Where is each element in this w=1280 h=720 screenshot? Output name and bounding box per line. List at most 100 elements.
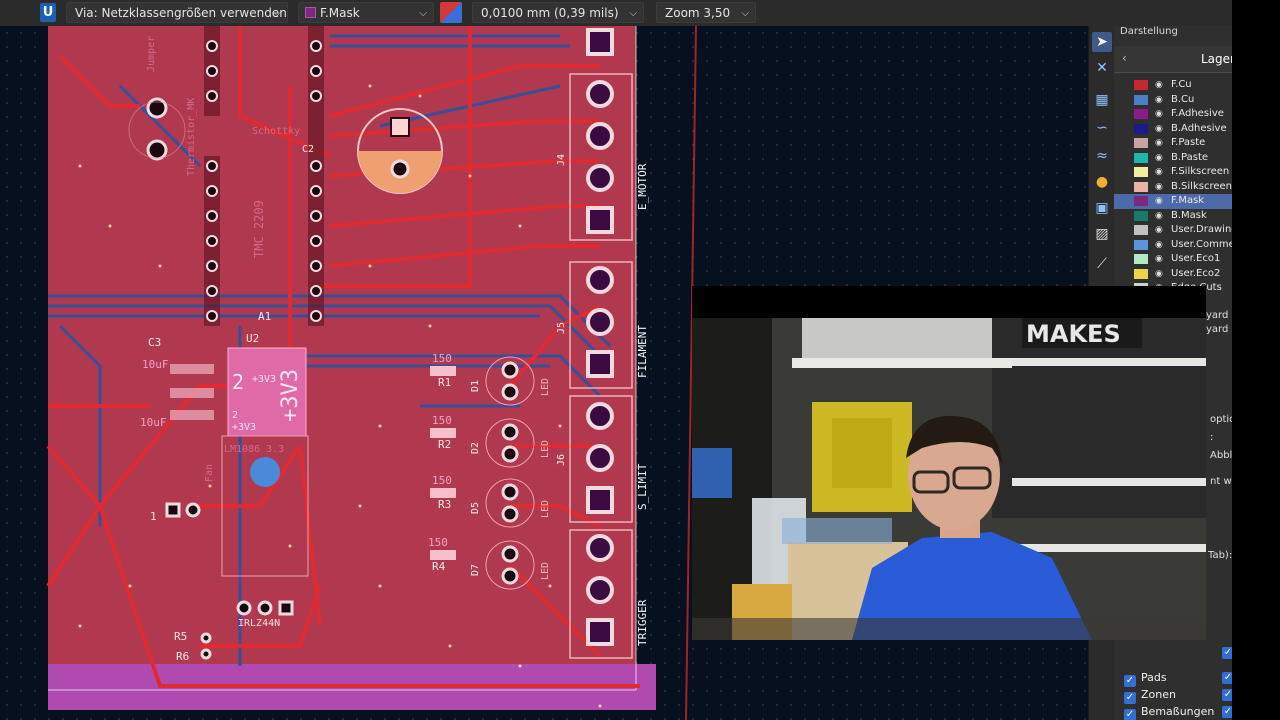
layer-color-swatch[interactable] [1134,239,1148,250]
layer-row[interactable]: ◉ B.Mask [1114,209,1232,224]
app-icon[interactable]: U [40,3,56,22]
checkbox-label: Bemaßungen [1141,705,1215,718]
via-size-value: Via: Netzklassengrößen verwenden [75,6,287,20]
eye-icon[interactable]: ◉ [1155,165,1163,180]
layer-color-swatch[interactable] [1134,138,1148,148]
select-cursor-icon[interactable]: ➤ [1092,32,1112,52]
layer-row[interactable]: ◉ B.Cu [1114,93,1232,108]
layer-row[interactable]: ◉ F.Mask [1114,194,1232,209]
checkbox-label: Pads [1141,671,1167,684]
layer-color-swatch[interactable] [1134,167,1148,177]
draw-line-icon[interactable]: ⟋ [1092,254,1112,274]
board-copper-zone [48,26,636,692]
layer-color-swatch[interactable] [1134,152,1148,163]
resistor-r6-ref: R6 [176,650,190,663]
local-ratsnest-icon[interactable]: ✕ [1092,58,1112,78]
eye-icon[interactable]: ◉ [1155,78,1163,93]
high-contrast-toggle-button[interactable] [440,2,462,23]
layer-row[interactable]: ◉ B.Paste [1114,151,1232,166]
resistor-r2-ref: R2 [438,438,452,451]
tab-layers[interactable]: Lagen [1201,52,1232,66]
panel-text-fragment: optio [1210,414,1232,425]
layer-row[interactable]: ◉ F.Paste [1114,136,1232,151]
layer-value: F.Mask [320,6,360,20]
layer-name: F.Silkscreen [1171,166,1230,177]
eye-icon[interactable]: ◉ [1155,238,1163,253]
layer-color-swatch[interactable] [1134,225,1148,235]
via-size-dropdown[interactable]: Via: Netzklassengrößen verwenden ⌵ [66,2,288,23]
silk-label-tmc2209: TMC 2209 [252,200,266,258]
chevron-left-icon[interactable]: ‹ [1122,51,1127,65]
grid-size-dropdown[interactable]: 0,0100 mm (0,39 mils) ⌵ [472,2,644,23]
ref-c3: C3 [148,336,162,349]
route-track-icon[interactable]: ∽ [1092,118,1112,138]
eye-icon[interactable]: ◉ [1155,252,1163,267]
eye-icon[interactable]: ◉ [1155,267,1163,282]
layer-name: F.Adhesive [1171,108,1224,119]
eye-icon[interactable]: ◉ [1155,107,1163,122]
chevron-down-icon: ⌵ [419,8,427,19]
add-via-icon[interactable]: ● [1092,172,1112,192]
webcam-overlay: MAKES [692,318,1206,640]
layer-row[interactable]: ◉ F.Silkscreen [1114,165,1232,180]
eye-icon[interactable]: ◉ [1155,194,1163,209]
layer-color-swatch[interactable] [1134,254,1148,264]
value-c4: 10uF [140,416,167,429]
layer-name: B.Adhesive [1171,122,1227,134]
checkbox-checked[interactable]: ✓ [1222,672,1232,684]
ic-mark-3v3-a: +3V3 [252,374,277,385]
layer-row[interactable]: ◉ User.Comments [1114,238,1232,253]
layer-row[interactable]: ◉ User.Drawings [1114,223,1232,238]
resistor-r2-value: 150 [432,414,452,427]
checkbox-checked[interactable]: ✓ [1222,647,1232,659]
chevron-down-icon: ⌵ [629,8,637,19]
layer-name: User.Drawings [1171,224,1232,235]
layer-name: F.Paste [1171,137,1206,148]
layer-color-swatch[interactable] [1134,94,1148,105]
checkbox-checked[interactable]: ✓ [1124,675,1136,687]
ic-mark-2: 2 [232,370,245,394]
connector-label-filament: FILAMENT [636,325,649,378]
eye-icon[interactable]: ◉ [1155,136,1163,151]
add-zone-icon[interactable]: ▣ [1092,198,1112,218]
eye-icon[interactable]: ◉ [1155,180,1163,195]
ref-pin-1: 1 [150,510,157,523]
rule-area-icon[interactable]: ▨ [1092,224,1112,244]
layer-row[interactable]: ◉ F.Cu [1114,78,1232,93]
layer-color-swatch[interactable] [1134,123,1148,134]
layer-color-swatch[interactable] [1134,181,1148,192]
resistor-r1-ref: R1 [438,376,452,389]
eye-icon[interactable]: ◉ [1155,209,1163,224]
layer-dropdown[interactable]: F.Mask ⌵ [298,2,434,23]
layer-color-swatch[interactable] [1134,80,1148,90]
layer-color-swatch[interactable] [1134,196,1148,206]
eye-icon[interactable]: ◉ [1155,151,1163,166]
checkbox-checked[interactable]: ✓ [1222,689,1232,701]
layer-row[interactable]: ◉ F.Adhesive [1114,107,1232,122]
ic-mark-3v3-b: +3V3 [232,422,257,433]
eye-icon[interactable]: ◉ [1155,93,1163,108]
eye-icon[interactable]: ◉ [1155,122,1163,137]
checkbox-checked[interactable]: ✓ [1222,706,1232,718]
zoom-dropdown[interactable]: Zoom 3,50 ⌵ [656,2,756,23]
layer-color-swatch[interactable] [1134,210,1148,221]
layer-color-swatch[interactable] [1134,268,1148,279]
connector-label-e-motor: E_MOTOR [636,163,649,210]
resistor-r4-value: 150 [428,536,448,549]
checkbox-checked[interactable]: ✓ [1124,709,1136,720]
resistor-r5-ref: R5 [174,630,188,643]
led-d7-label: LED [540,561,551,580]
eye-icon[interactable]: ◉ [1155,223,1163,238]
layer-row[interactable]: ◉ B.Silkscreen [1114,180,1232,195]
layer-row[interactable]: ◉ B.Adhesive [1114,122,1232,137]
led-d5-ref: D5 [470,501,481,514]
led-d2-ref: D2 [470,441,481,454]
add-footprint-icon[interactable]: ▦ [1092,90,1112,110]
layer-name: B.Silkscreen [1171,180,1232,192]
checkbox-checked[interactable]: ✓ [1124,692,1136,704]
layer-color-swatch[interactable] [1134,109,1148,119]
ref-c2: C2 [302,144,315,155]
tune-length-icon[interactable]: ≈ [1092,146,1112,166]
layer-row[interactable]: ◉ User.Eco2 [1114,267,1232,282]
layer-row[interactable]: ◉ User.Eco1 [1114,252,1232,267]
